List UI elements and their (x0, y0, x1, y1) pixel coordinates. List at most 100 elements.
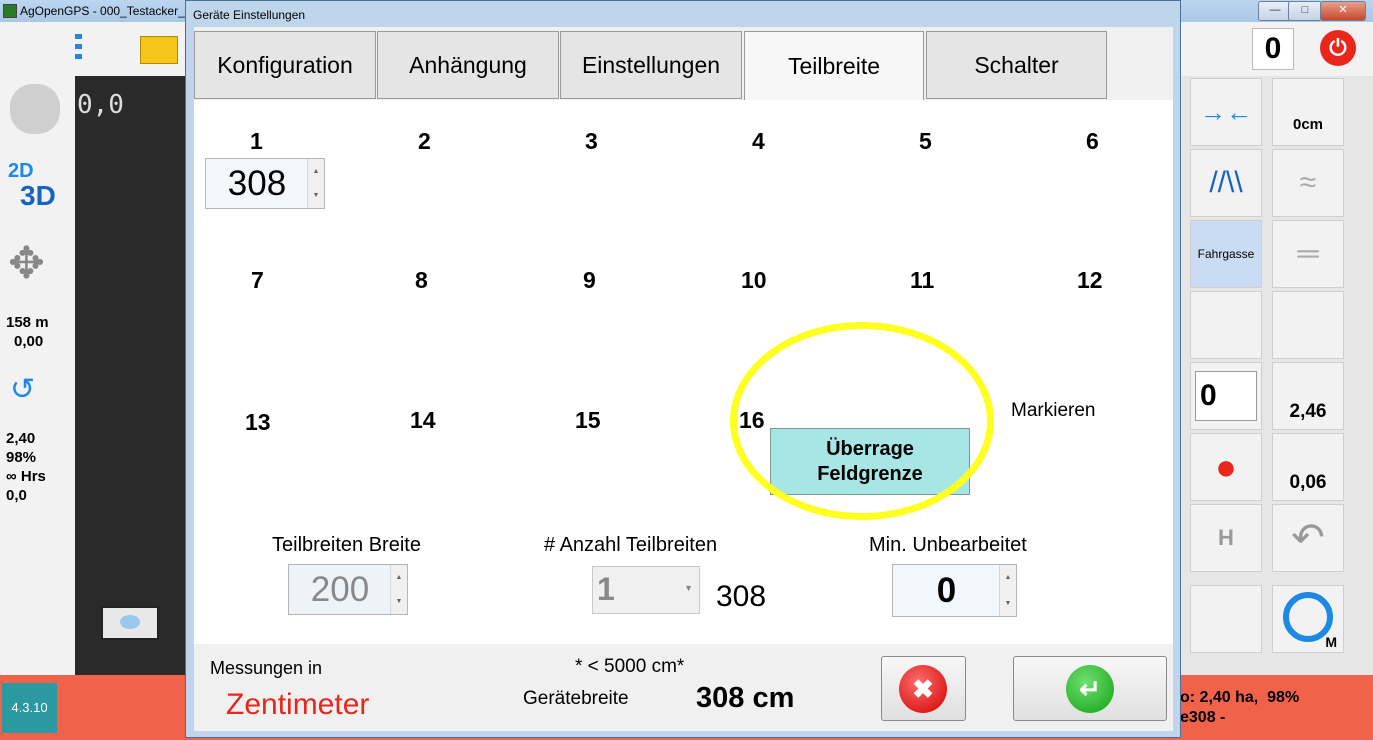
geraetebreite-value: 308 cm (696, 682, 795, 714)
section-select-box[interactable]: 0 (1190, 362, 1262, 430)
headland-label: H (1218, 525, 1234, 550)
power-icon[interactable]: ⏻ (1320, 30, 1356, 66)
lines-icon[interactable]: ═ (1272, 220, 1344, 288)
hitch-icon[interactable] (1190, 585, 1262, 653)
stat-hours: ∞ Hrs (6, 468, 46, 485)
status-implement-line: e308 - (1180, 709, 1226, 726)
stat-percent: 98% (6, 449, 37, 466)
tab-schalter[interactable]: Schalter (926, 31, 1107, 99)
section-1-width-value[interactable]: 308 (206, 159, 308, 208)
distance-label: 158 m (6, 314, 49, 331)
maximize-button[interactable]: □ (1288, 1, 1322, 21)
undo-icon (120, 615, 140, 629)
section-number-2: 2 (418, 128, 431, 154)
uturn-circle-icon[interactable]: ↶ (1272, 504, 1344, 572)
tab-konfiguration[interactable]: Konfiguration (194, 31, 376, 99)
teilbreite-panel: 1 2 3 4 5 6 308 ▲ ▼ 7 8 9 10 11 12 13 14 … (194, 100, 1173, 644)
teilbreiten-breite-stepper[interactable]: 200 ▲ ▼ (288, 564, 408, 615)
section-number-14: 14 (410, 407, 436, 433)
left-sidebar: 2D 3D ✥ 158 m 0,00 ↺ 2,40 98% ∞ Hrs 0,0 (0, 22, 75, 675)
section-number-13: 13 (245, 409, 271, 435)
close-icon: ✖ (899, 665, 947, 713)
tab-teilbreite[interactable]: Teilbreite (744, 31, 924, 101)
section-number-15: 15 (575, 407, 601, 433)
anzahl-teilbreiten-label: # Anzahl Teilbreiten (544, 534, 718, 556)
section-number-7: 7 (251, 267, 264, 293)
section-number-10: 10 (741, 267, 767, 293)
move-arrows-icon[interactable]: ✥ (8, 242, 45, 286)
settings-dialog: Geräte Einstellungen Konfiguration Anhän… (185, 0, 1181, 738)
min-unbearbeitet-value[interactable]: 0 (893, 565, 1000, 616)
section-1-width-stepper[interactable]: 308 ▲ ▼ (205, 158, 325, 209)
contour-icon[interactable]: ≈ (1272, 149, 1344, 217)
stepper-arrows-icon[interactable]: ▲ ▼ (390, 565, 407, 614)
tab-einstellungen[interactable]: Einstellungen (560, 31, 742, 99)
counter-display: 0 (1252, 28, 1294, 70)
cancel-button[interactable]: ✖ (881, 656, 966, 721)
dialog-body: Konfiguration Anhängung Einstellungen Te… (194, 27, 1173, 731)
uturn-icon[interactable]: ↺ (10, 372, 35, 407)
limit-note: * < 5000 cm* (575, 656, 685, 677)
steering-wheel-icon[interactable]: M (1272, 585, 1344, 653)
tramlines-icon[interactable]: //\\ (1190, 149, 1262, 217)
app-close-button[interactable]: ✕ (1320, 1, 1366, 21)
minimize-button[interactable]: — (1258, 1, 1292, 21)
chevron-down-icon[interactable]: ▼ (684, 583, 693, 593)
field-map-view[interactable]: 0,0 (75, 76, 190, 675)
dialog-footer: Messungen in Zentimeter * < 5000 cm* Ger… (194, 644, 1173, 731)
map-pin-icon[interactable]: ● (1190, 433, 1262, 501)
markieren-label: Markieren (1011, 400, 1096, 421)
headland-button[interactable]: H (1190, 504, 1262, 572)
implement-width-display: 2,46 (1272, 362, 1344, 430)
anzahl-teilbreiten-value[interactable]: 1 (597, 571, 615, 608)
messungen-label: Messungen in (210, 658, 323, 678)
offset-button[interactable]: 0cm (1272, 78, 1344, 146)
app-icon (3, 4, 17, 18)
section-number-8: 8 (415, 267, 428, 293)
overlap-display: 0,06 (1272, 433, 1344, 501)
section-select-value[interactable]: 0 (1195, 371, 1257, 421)
offset-label: 0cm (1292, 116, 1324, 133)
highlight-circle-annotation (730, 322, 994, 520)
section-number-11: 11 (910, 267, 935, 293)
stepper-arrows-icon[interactable]: ▲ ▼ (307, 159, 324, 208)
tab-anhaengung[interactable]: Anhängung (377, 31, 559, 99)
anzahl-total-value: 308 (716, 580, 767, 613)
robot-icon[interactable] (10, 84, 60, 134)
version-button[interactable]: 4.3.10 (2, 683, 57, 733)
unit-value: Zentimeter (226, 688, 370, 721)
section-number-5: 5 (919, 128, 932, 154)
overlap-value: 0,06 (1289, 472, 1327, 493)
geraetebreite-label: Gerätebreite (523, 688, 629, 709)
app-title: AgOpenGPS - 000_Testacker_2 (20, 4, 192, 18)
section-number-9: 9 (583, 267, 596, 293)
right-sidebar: →← 0cm //\\ ≈ Fahrgasse ═ 0 2,46 ● 0,06 … (1180, 76, 1373, 675)
ab-line-touch-icon[interactable] (1190, 291, 1262, 359)
view-3d-label[interactable]: 3D (20, 180, 56, 212)
curve-angle-icon[interactable] (1272, 291, 1344, 359)
min-unbearbeitet-stepper[interactable]: 0 ▲ ▼ (892, 564, 1017, 617)
section-number-3: 3 (585, 128, 598, 154)
teilbreiten-breite-label: Teilbreiten Breite (272, 534, 421, 556)
steer-mode-letter: M (1325, 634, 1337, 650)
fahrgasse-label: Fahrgasse (1197, 247, 1255, 261)
distance-sub-label: 0,00 (14, 333, 44, 350)
coords-readout: 0,0 (77, 90, 124, 120)
anzahl-teilbreiten-select[interactable]: 1 ▼ (592, 566, 700, 614)
undo-button[interactable] (101, 606, 159, 640)
snap-center-icon[interactable]: →← (1190, 78, 1262, 146)
status-area-line: o: 2,40 ha, 98% (1180, 689, 1300, 706)
section-number-1: 1 (250, 128, 263, 154)
dialog-title: Geräte Einstellungen (193, 8, 306, 22)
folder-icon[interactable] (140, 36, 178, 64)
implement-width-value: 2,46 (1289, 401, 1327, 422)
enter-icon: ↵ (1066, 665, 1114, 713)
stat-area: 2,40 (6, 430, 36, 447)
section-number-6: 6 (1086, 128, 1099, 154)
ok-button[interactable]: ↵ (1013, 656, 1167, 721)
fahrgasse-button[interactable]: Fahrgasse (1190, 220, 1262, 288)
teilbreiten-breite-value[interactable]: 200 (289, 565, 391, 614)
stat-rate: 0,0 (6, 487, 27, 504)
section-number-4: 4 (752, 128, 765, 154)
stepper-arrows-icon[interactable]: ▲ ▼ (999, 565, 1016, 616)
